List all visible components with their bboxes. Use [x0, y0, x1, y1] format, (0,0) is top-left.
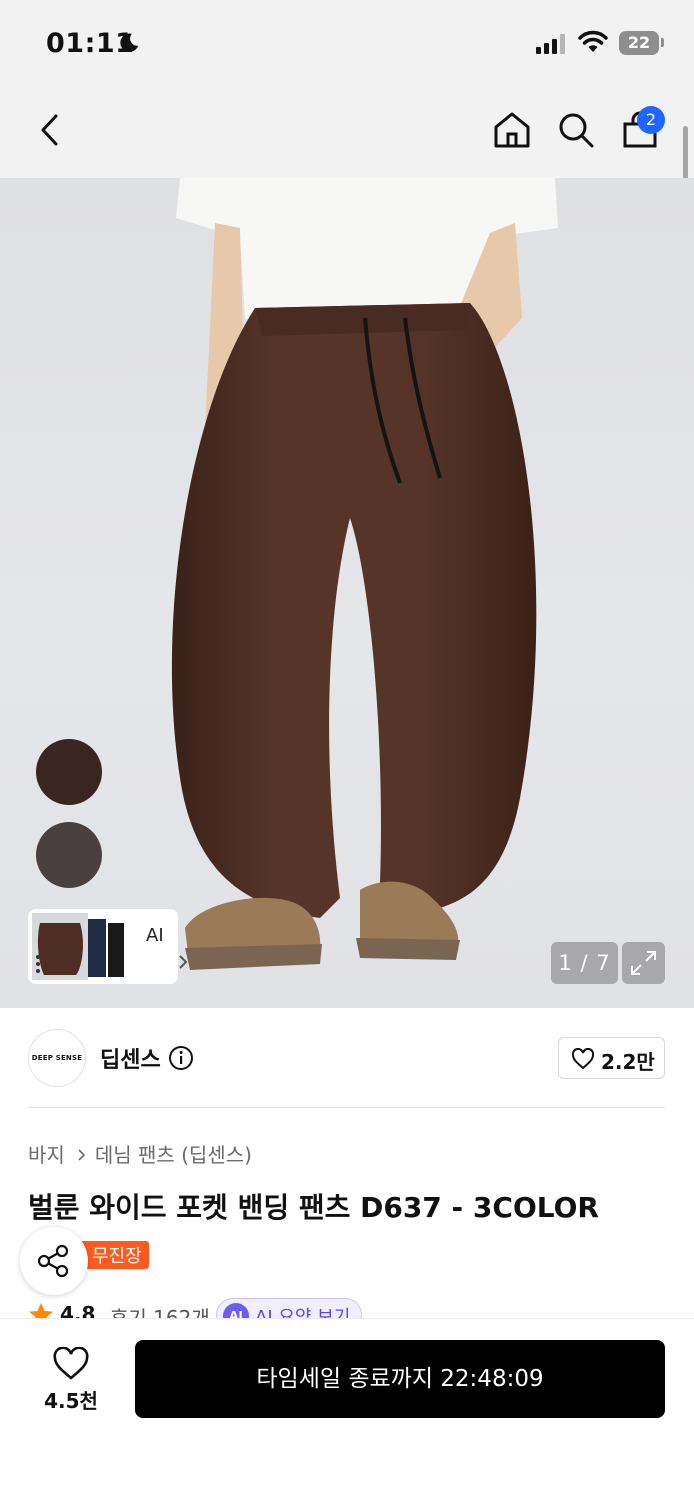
like-button[interactable]: 4.5천	[30, 1341, 112, 1417]
breadcrumb: 바지 데님 팬츠 (딥센스)	[28, 1139, 252, 1168]
bottom-action-bar: 4.5천 타임세일 종료까지 22:48:09	[0, 1318, 694, 1500]
moon-icon	[120, 33, 139, 52]
ai-summary-button[interactable]: AI AI 요약 보기	[216, 1298, 362, 1318]
status-bar: 01:11 22	[0, 0, 694, 90]
rating-row[interactable]: 4.8 후기 162개 AI AI 요약 보기	[28, 1298, 428, 1318]
breadcrumb-item[interactable]: 데님 팬츠 (딥센스)	[95, 1143, 252, 1167]
battery-icon: 22	[619, 31, 659, 55]
review-count[interactable]: 후기 162개	[110, 1302, 210, 1318]
expand-button[interactable]	[622, 942, 665, 984]
share-icon	[37, 1244, 69, 1278]
chevron-right-icon	[179, 955, 188, 969]
breadcrumb-item[interactable]: 바지	[28, 1143, 65, 1167]
brand-like-count: 2.2만	[601, 1050, 655, 1074]
like-count: 4.5천	[44, 1389, 98, 1413]
product-photo	[171, 178, 558, 970]
product-title: 벌룬 와이드 포켓 밴딩 팬츠 D637 - 3COLOR	[28, 1191, 599, 1224]
back-icon[interactable]	[34, 110, 68, 150]
wifi-icon	[578, 30, 608, 52]
home-icon[interactable]	[492, 110, 532, 150]
brand-like-button[interactable]: 2.2만	[558, 1037, 665, 1079]
color-swatch-2[interactable]	[36, 822, 102, 888]
top-nav-bar	[0, 90, 694, 178]
brand-logo[interactable]: DEEP SENSE	[28, 1029, 86, 1087]
ai-styling-card[interactable]: AI	[28, 909, 188, 984]
info-icon[interactable]	[168, 1045, 194, 1071]
product-image-gallery[interactable]: AI 1 / 7	[0, 178, 694, 1008]
brand-name[interactable]: 딥센스	[100, 1042, 161, 1074]
rating-value: 4.8	[60, 1302, 96, 1318]
ai-badge-icon: AI	[223, 1303, 249, 1318]
chevron-right-icon	[78, 1149, 85, 1161]
search-icon[interactable]	[556, 110, 596, 150]
divider	[28, 1107, 665, 1108]
expand-icon	[631, 951, 656, 975]
color-swatch-1[interactable]	[36, 739, 102, 805]
share-button[interactable]	[20, 1227, 88, 1295]
ai-summary-label: AI 요약 보기	[255, 1307, 351, 1318]
image-page-counter: 1 / 7	[551, 942, 618, 984]
signal-icon	[536, 34, 565, 54]
star-icon	[29, 1303, 53, 1318]
ai-thumbnail	[32, 913, 124, 980]
battery-nub	[661, 38, 664, 47]
heart-icon	[571, 1048, 595, 1070]
tag-text: 무진장	[92, 1246, 142, 1267]
cart-badge: 2	[637, 106, 665, 134]
ai-label: AI	[146, 925, 164, 946]
heart-icon	[53, 1347, 89, 1380]
purchase-button[interactable]: 타임세일 종료까지 22:48:09	[135, 1340, 665, 1418]
